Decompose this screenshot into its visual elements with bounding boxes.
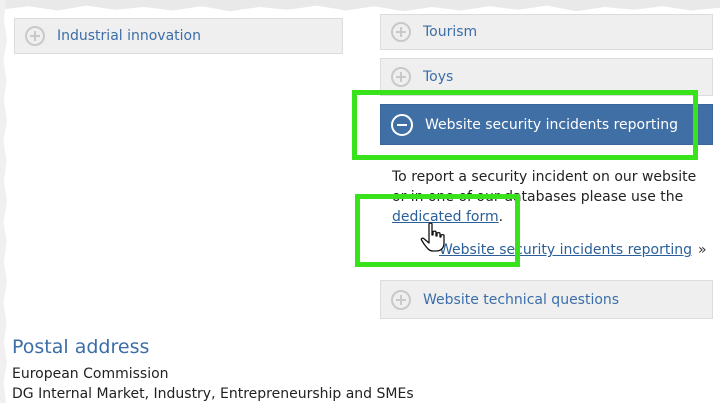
accordion-industrial-innovation[interactable]: Industrial innovation — [14, 18, 343, 54]
plus-circle-icon — [391, 67, 411, 87]
postal-address-heading: Postal address — [12, 336, 150, 358]
highlight-dedicated-form — [355, 194, 520, 267]
accordion-label: Website technical questions — [423, 291, 620, 308]
accordion-tourism[interactable]: Tourism — [380, 14, 713, 50]
accordion-label: Tourism — [423, 24, 478, 40]
plus-circle-icon — [391, 289, 411, 310]
raquo-icon: » — [697, 242, 707, 258]
address-line-2: DG Internal Market, Industry, Entreprene… — [12, 386, 414, 402]
accordion-label: Toys — [423, 69, 454, 85]
torn-edge-top — [0, 0, 720, 12]
address-line-1: European Commission — [12, 366, 169, 382]
plus-circle-icon — [391, 22, 411, 42]
highlight-security-accordion — [352, 90, 698, 160]
accordion-technical-questions[interactable]: Website technical questions — [380, 280, 713, 319]
plus-circle-icon — [25, 26, 45, 46]
torn-edge-left — [0, 0, 7, 403]
accordion-label: Industrial innovation — [57, 28, 201, 44]
